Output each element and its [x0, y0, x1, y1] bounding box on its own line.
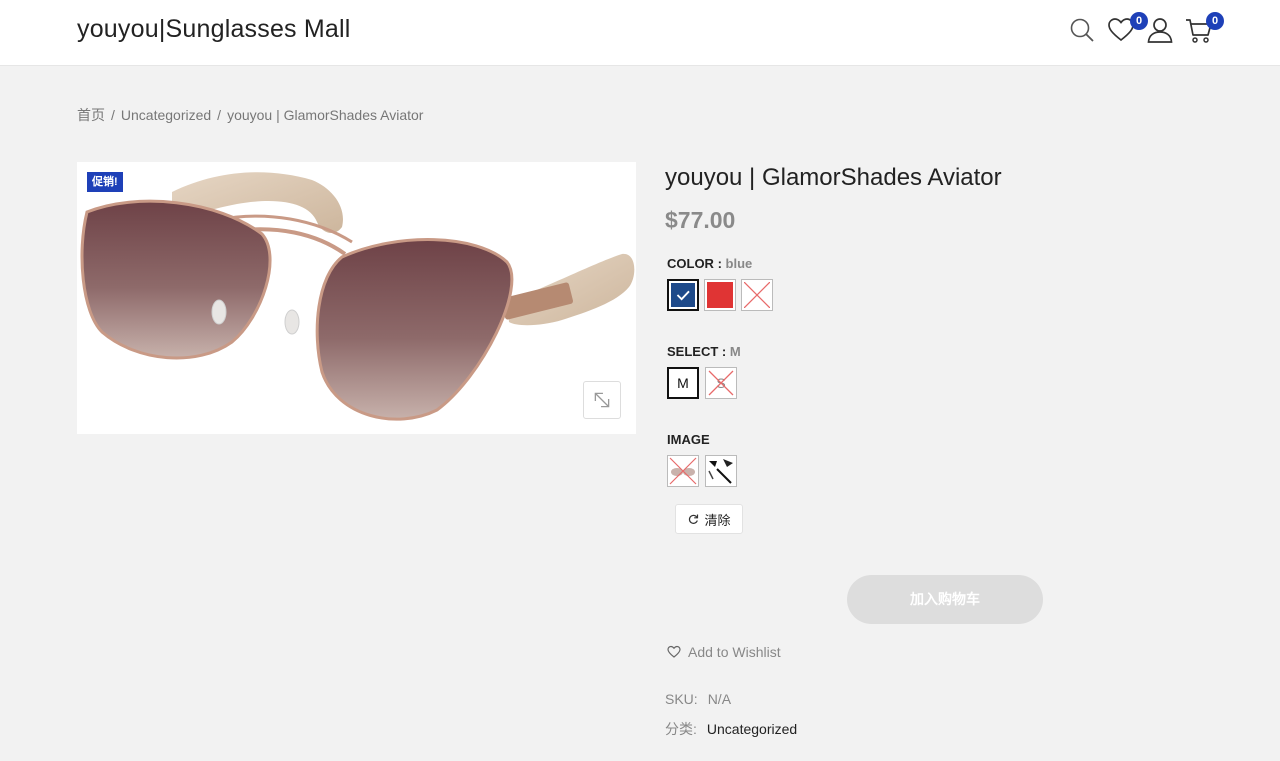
category-label: 分类:	[665, 721, 697, 737]
wishlist-label: Add to Wishlist	[688, 644, 781, 660]
heart-icon	[667, 645, 681, 658]
add-to-wishlist-link[interactable]: Add to Wishlist	[667, 644, 781, 660]
product-price: $77.00	[665, 207, 736, 233]
add-to-cart-button[interactable]: 加入购物车	[847, 575, 1043, 624]
sunglasses-thumbnail-icon	[708, 459, 733, 484]
image-swatch-2[interactable]	[705, 455, 737, 487]
clear-selection-button[interactable]: 清除	[675, 504, 743, 534]
color-label-text: COLOR	[667, 256, 714, 271]
breadcrumb-separator: /	[217, 107, 222, 123]
check-icon	[676, 290, 690, 301]
select-label-text: SELECT	[667, 344, 719, 359]
clear-label: 清除	[704, 512, 731, 528]
sku-value: N/A	[707, 691, 732, 707]
breadcrumb-home-link[interactable]: 首页	[77, 107, 105, 123]
category-meta: 分类: Uncategorized	[665, 719, 797, 739]
select-attribute-label: SELECT : M	[667, 344, 741, 359]
size-swatch-m[interactable]: M	[667, 367, 699, 399]
product-image-gallery[interactable]: 促销!	[77, 162, 636, 434]
breadcrumb-category-link[interactable]: Uncategorized	[121, 107, 211, 123]
sale-badge: 促销!	[87, 172, 123, 192]
image-attribute-label: IMAGE	[667, 432, 710, 447]
site-title[interactable]: youyou|Sunglasses Mall	[77, 15, 351, 44]
sunglasses-thumbnail-icon	[669, 457, 697, 485]
breadcrumb-separator: /	[111, 107, 115, 123]
color-swatch-unavailable[interactable]	[741, 279, 773, 311]
breadcrumb-current: youyou | GlamorShades Aviator	[227, 107, 424, 123]
category-link[interactable]: Uncategorized	[707, 721, 797, 737]
sku-label: SKU:	[665, 691, 698, 707]
product-image	[80, 172, 635, 421]
zoom-button[interactable]	[583, 381, 621, 419]
refresh-icon	[689, 514, 699, 524]
color-attribute-label: COLOR : blue	[667, 256, 753, 271]
unavailable-cross-icon	[708, 370, 734, 396]
unavailable-cross-icon	[744, 282, 770, 308]
expand-icon	[594, 392, 610, 408]
image-swatch-1-unavailable[interactable]	[667, 455, 699, 487]
sku-meta: SKU: N/A	[665, 691, 731, 707]
color-selected-value: blue	[725, 256, 753, 271]
site-header: youyou|Sunglasses Mall 0 0	[0, 0, 1280, 66]
breadcrumb: 首页 / Uncategorized / youyou | GlamorShades A…	[77, 105, 423, 125]
size-swatch-s-unavailable[interactable]: S	[705, 367, 737, 399]
search-icon[interactable]	[1067, 15, 1097, 45]
product-title: youyou | GlamorShades Aviator	[665, 164, 1002, 191]
cart-count-badge: 0	[1206, 12, 1224, 30]
color-swatch-red[interactable]	[704, 279, 736, 311]
color-swatch-blue[interactable]	[667, 279, 699, 311]
user-account-icon[interactable]	[1145, 15, 1175, 45]
select-selected-value: M	[729, 344, 741, 359]
